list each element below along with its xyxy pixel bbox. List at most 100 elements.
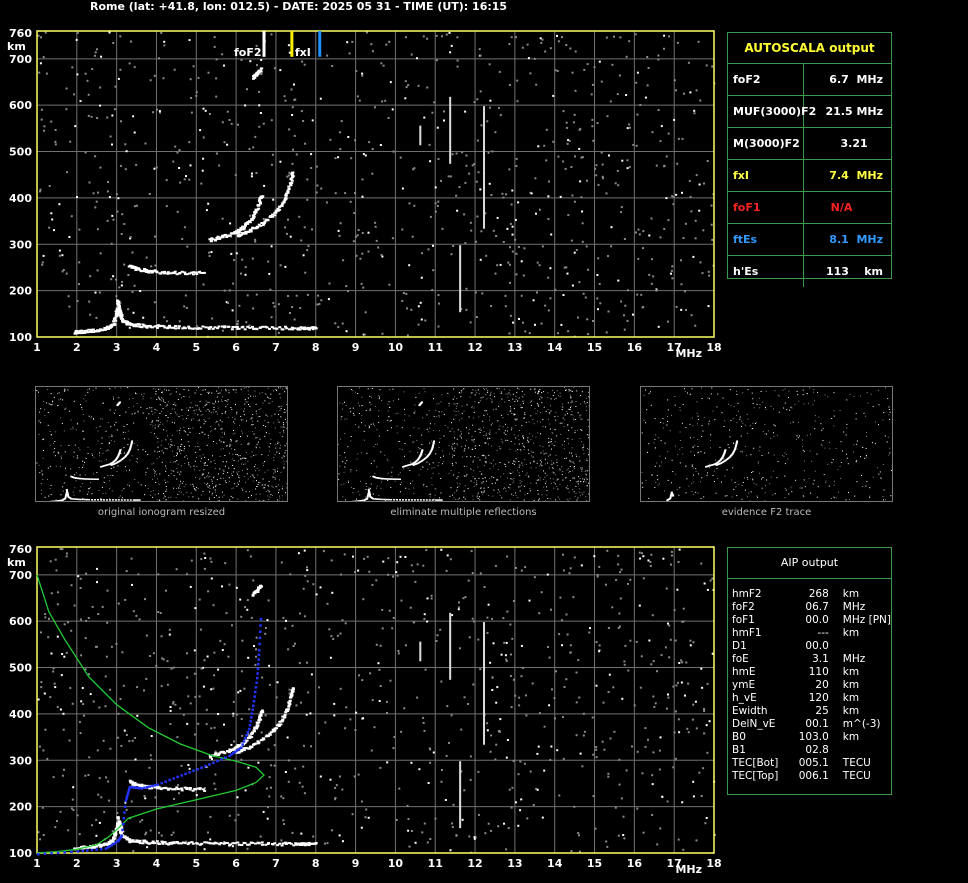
x-tick-label: 4 — [153, 857, 161, 870]
aip-param-label: B0 — [732, 731, 746, 743]
aip-param-value: 005.1 — [798, 757, 829, 769]
x-tick-label: 8 — [312, 857, 320, 870]
thumbnail-eliminate-reflections — [337, 386, 590, 502]
aip-param-value: --- — [817, 627, 829, 639]
autoscala-param-label: fxI — [728, 160, 804, 191]
autoscala-param-value: 7.4 MHz — [829, 169, 883, 182]
aip-param-value: 25 — [815, 705, 829, 717]
aip-param-unit: TECU — [842, 770, 871, 782]
autoscala-param-value: 3.21 — [840, 137, 883, 150]
trace-F2_multi — [251, 584, 263, 597]
x-tick-label: 5 — [192, 857, 200, 870]
y-tick-label: 600 — [9, 615, 32, 628]
y-tick-label: 100 — [9, 847, 32, 860]
y-tick-label: 500 — [9, 662, 32, 675]
thumbnail-evidence-f2 — [640, 386, 893, 502]
aip-param-unit: MHz [PN] — [842, 614, 891, 626]
aip-param-label: foF1 — [732, 614, 755, 626]
aip-output-panel: AIP output hmF2 268 km foF2 06.7 MHz foF1 00.0 M… — [727, 547, 892, 795]
autoscala-param-value: 113 km — [825, 265, 883, 278]
x-tick-label: 11 — [428, 857, 443, 870]
thumbnail-image — [36, 387, 287, 501]
aip-row: DelN_vE 00.1 m^(-3) — [732, 718, 891, 731]
aip-param-value: 110 — [808, 666, 829, 678]
autoscala-row: M(3000)F2 3.21 — [728, 128, 891, 160]
x-tick-label: 14 — [547, 857, 563, 870]
autoscala-param-label: foF1 — [728, 192, 804, 223]
aip-param-value: 268 — [808, 588, 829, 600]
aip-param-unit: m^(-3) — [842, 718, 881, 730]
aip-param-label: Ewidth — [732, 705, 768, 717]
x-tick-label: 7 — [272, 857, 280, 870]
thumbnail-original-ionogram — [35, 386, 288, 502]
aip-row: foE 3.1 MHz — [732, 653, 891, 666]
x-tick-label: 13 — [507, 857, 522, 870]
autoscala-row: fxI 7.4 MHz — [728, 160, 891, 192]
aip-param-label: D1 — [732, 640, 747, 652]
thumbnail-caption: eliminate multiple reflections — [390, 507, 537, 518]
aip-param-label: h_vE — [732, 692, 757, 704]
autoscala-param-value: N/A — [830, 201, 883, 214]
aip-param-label: ymE — [732, 679, 756, 691]
aip-param-value: 02.8 — [805, 744, 829, 756]
aip-param-unit: MHz — [842, 653, 866, 665]
aip-param-unit: TECU — [842, 757, 871, 769]
autoscala-row: foF1 N/A — [728, 192, 891, 224]
aip-param-label: TEC[Top] — [732, 770, 779, 782]
x-tick-label: 6 — [232, 857, 240, 870]
autoscala-title: AUTOSCALA output — [728, 33, 891, 64]
aip-param-value: 006.1 — [798, 770, 829, 782]
aip-param-label: DelN_vE — [732, 718, 776, 730]
aip-param-value: 00.1 — [805, 718, 829, 730]
autoscala-row: ftEs 8.1 MHz — [728, 224, 891, 256]
x-tick-label: 3 — [113, 857, 121, 870]
x-tick-label: 18 — [706, 857, 721, 870]
aip-param-unit: km — [842, 705, 860, 717]
thumbnail-image — [338, 387, 589, 501]
aip-param-unit: km — [842, 666, 860, 678]
aip-param-value: 06.7 — [805, 601, 829, 613]
x-tick-label: 9 — [352, 857, 360, 870]
aip-param-unit: MHz — [842, 601, 866, 613]
aip-row: hmF1 --- km — [732, 627, 891, 640]
autoscala-param-label: h'Es — [728, 256, 804, 287]
autoscala-param-label: ftEs — [728, 224, 804, 255]
aip-param-unit: km — [842, 679, 860, 691]
autoscala-param-value: 8.1 MHz — [829, 233, 883, 246]
aip-param-label: B1 — [732, 744, 746, 756]
aip-row: ymE 20 km — [732, 679, 891, 692]
aip-row: foF2 06.7 MHz — [732, 601, 891, 614]
aip-param-value: 00.0 — [805, 640, 829, 652]
aip-param-label: hmE — [732, 666, 756, 678]
aip-table: hmF2 268 km foF2 06.7 MHz foF1 00.0 MHz [PN] hmF1… — [732, 588, 891, 783]
aip-param-unit: km — [842, 627, 860, 639]
autoscala-param-label: MUF(3000)F2 — [728, 96, 816, 127]
aip-param-label: hmF2 — [732, 588, 762, 600]
aip-row: B0 103.0 km — [732, 731, 891, 744]
noise-speckles — [37, 548, 716, 854]
autoscala-param-value: 6.7 MHz — [829, 73, 883, 86]
aip-param-label: foF2 — [732, 601, 755, 613]
autoscala-param-label: M(3000)F2 — [728, 128, 804, 159]
x-tick-label: 12 — [467, 857, 482, 870]
aip-row: B1 02.8 — [732, 744, 891, 757]
profile-blue-dots — [37, 618, 263, 856]
aip-param-value: 103.0 — [798, 731, 829, 743]
aip-param-value: 00.0 — [805, 614, 829, 626]
thumbnail-caption: evidence F2 trace — [721, 507, 812, 518]
thumbnail-image — [641, 387, 892, 501]
aip-row: Ewidth 25 km — [732, 705, 891, 718]
y-tick-label: 700 — [9, 569, 32, 582]
aip-row: h_vE 120 km — [732, 692, 891, 705]
y-tick-label: 300 — [9, 754, 32, 767]
autoscala-row: h'Es 113 km — [728, 256, 891, 287]
autoscala-param-value: 21.5 MHz — [825, 105, 883, 118]
y-tick-label: 200 — [9, 801, 32, 814]
aip-param-unit: km — [842, 588, 860, 600]
aip-param-value: 20 — [815, 679, 829, 691]
y-tick-label: 400 — [9, 708, 32, 721]
autoscala-output-panel: AUTOSCALA output foF2 6.7 MHz MUF(3000)F2 2… — [727, 32, 892, 287]
x-tick-label: 16 — [627, 857, 643, 870]
autoscala-param-label: foF2 — [728, 64, 804, 95]
chart-plot-area: 1 2 3 4 5 6 7 8 9 10 11 12 13 14 15 16 17 181002003004005… — [7, 543, 722, 876]
